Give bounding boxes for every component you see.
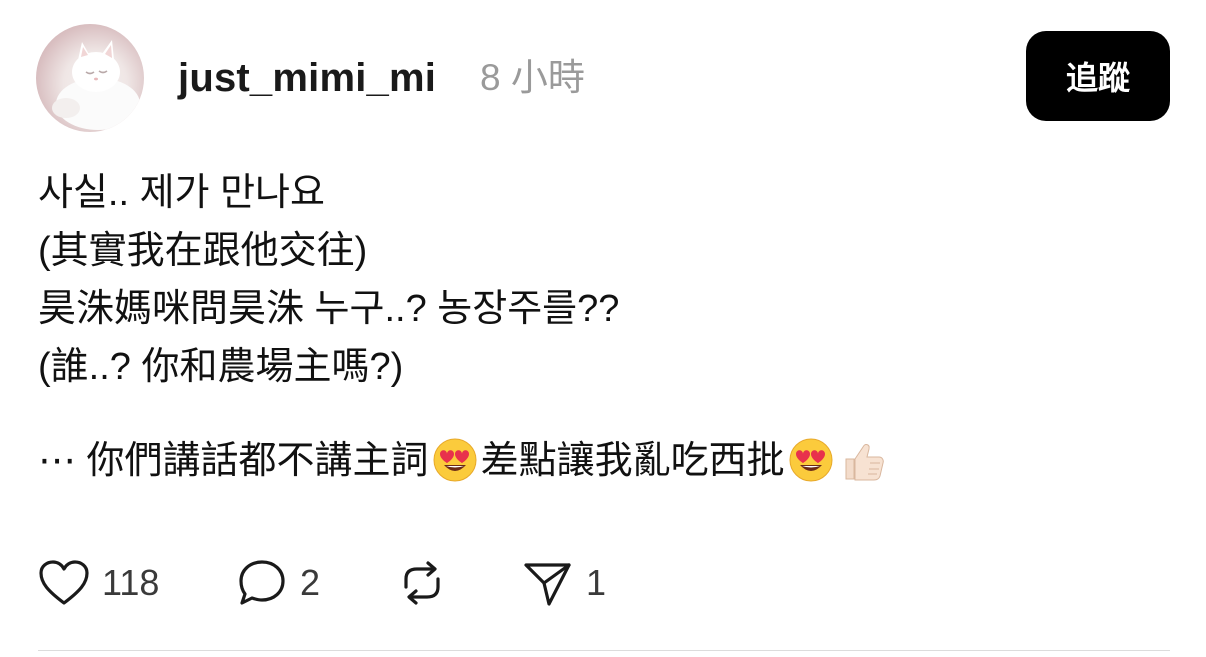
comment-bubble-icon bbox=[239, 560, 285, 605]
post-text-line: ⋯ 你們講話都不講主詞 差點讓我亂吃西批 bbox=[38, 432, 1178, 500]
thread-post: just_mimi_mi 8 小時 追蹤 사실.. 제가 만나요 (其實我在跟他… bbox=[0, 0, 1206, 657]
post-text-line: (誰..? 你和農場主嗎?) bbox=[38, 346, 404, 388]
post-body: 사실.. 제가 만나요 (其實我在跟他交往) 昊洙媽咪問昊洙 누구..? 농장주… bbox=[38, 164, 1178, 500]
username[interactable]: just_mimi_mi bbox=[178, 52, 436, 104]
post-text-segment: 差點讓我亂吃西批 bbox=[480, 440, 785, 482]
post-action-bar: 118 2 1 bbox=[38, 555, 1168, 611]
heart-icon bbox=[39, 560, 89, 605]
thumbs-up-emoji bbox=[840, 437, 886, 500]
like-count: 118 bbox=[102, 562, 160, 603]
post-text-line: (其實我在跟他交往) bbox=[38, 230, 368, 272]
post-timestamp: 8 小時 bbox=[480, 57, 585, 98]
divider bbox=[38, 650, 1170, 651]
comment-count: 2 bbox=[300, 562, 321, 603]
heart-eyes-emoji bbox=[432, 437, 478, 500]
heart-eyes-emoji bbox=[788, 437, 834, 500]
share-button[interactable]: 1 bbox=[522, 555, 606, 611]
send-icon bbox=[524, 563, 571, 606]
comment-button[interactable]: 2 bbox=[236, 555, 320, 611]
post-text-segment: ⋯ 你們講話都不講主詞 bbox=[38, 440, 429, 482]
avatar[interactable] bbox=[36, 24, 144, 132]
like-button[interactable]: 118 bbox=[38, 555, 159, 611]
post-text-line: 사실.. 제가 만나요 bbox=[38, 172, 325, 214]
cat-avatar-image bbox=[52, 40, 140, 130]
follow-button[interactable]: 追蹤 bbox=[1026, 31, 1170, 121]
repost-icon bbox=[404, 561, 440, 605]
share-count: 1 bbox=[586, 562, 607, 603]
post-text-line: 昊洙媽咪問昊洙 누구..? 농장주를?? bbox=[38, 288, 620, 330]
repost-button[interactable] bbox=[396, 555, 448, 611]
